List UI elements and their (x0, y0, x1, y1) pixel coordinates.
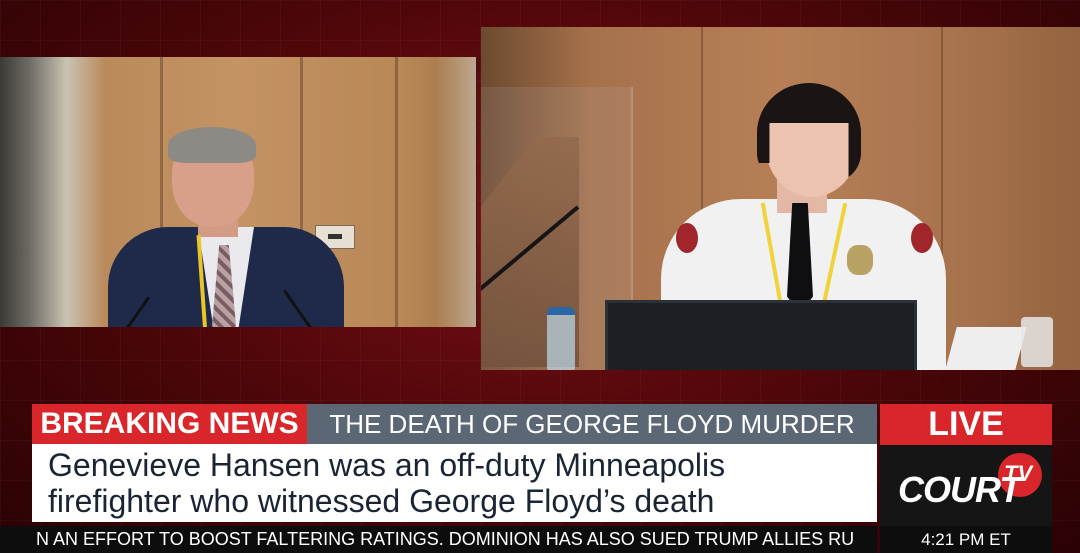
right-video-feed (481, 27, 1080, 370)
monitor (605, 300, 917, 370)
logo-text: COURT (898, 469, 1021, 510)
fire-badge (847, 245, 873, 275)
shoulder-patch (911, 223, 933, 253)
wall-panel-line (395, 57, 398, 327)
papers (945, 327, 1027, 370)
glass-partition (436, 57, 476, 327)
headline-line-2: firefighter who witnessed George Floyd’s… (48, 483, 715, 519)
left-video-feed (0, 57, 477, 327)
hand-sanitizer (1021, 317, 1053, 367)
shoulder-patch (676, 223, 698, 253)
news-ticker: N AN EFFORT TO BOOST FALTERING RATINGS. … (0, 526, 877, 553)
breaking-news-label: BREAKING NEWS (32, 404, 307, 444)
live-badge: LIVE (880, 404, 1052, 445)
headline-line-1: Genevieve Hansen was an off-duty Minneap… (48, 447, 726, 483)
headline-box: Genevieve Hansen was an off-duty Minneap… (32, 444, 877, 522)
court-tv-logo: COURT TV (880, 445, 1052, 526)
water-bottle (547, 307, 575, 370)
clock-time: 4:21 PM ET (880, 526, 1052, 553)
logo-tv-text: TV (1004, 461, 1033, 486)
attorney-hair (168, 127, 256, 163)
trial-title: THE DEATH OF GEORGE FLOYD MURDER TRIAL (307, 404, 877, 479)
